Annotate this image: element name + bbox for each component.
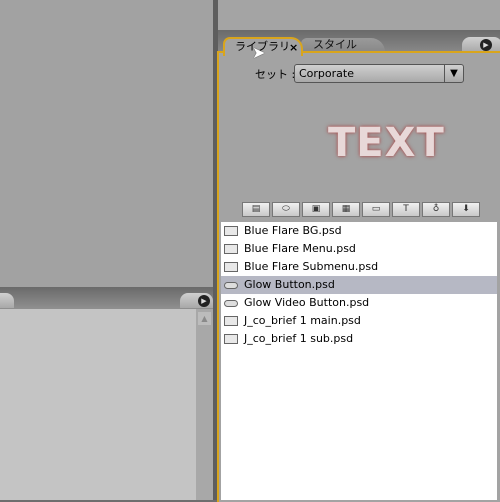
import-filter-button[interactable]: ⬇: [452, 202, 480, 217]
list-item[interactable]: Blue Flare Submenu.psd: [221, 258, 497, 276]
list-item[interactable]: Blue Flare Menu.psd: [221, 240, 497, 258]
play-circle-icon[interactable]: ▶: [480, 39, 492, 51]
set-value: Corporate: [299, 67, 354, 80]
pattern-filter-button[interactable]: ▦: [332, 202, 360, 217]
list-item-label: J_co_brief 1 main.psd: [244, 314, 361, 327]
set-label: セット :: [255, 68, 296, 81]
list-item-label: J_co_brief 1 sub.psd: [244, 332, 354, 345]
list-item-label: Glow Video Button.psd: [244, 296, 370, 309]
button-filter-icon: ⬭: [282, 204, 290, 214]
right-top-panel: [218, 0, 500, 30]
image-file-icon: [224, 262, 238, 272]
left-tab-fragment[interactable]: [0, 293, 14, 308]
close-icon[interactable]: ×: [289, 39, 298, 56]
list-item[interactable]: Blue Flare BG.psd: [221, 222, 497, 240]
list-item-label: Blue Flare Menu.psd: [244, 242, 356, 255]
button-file-icon: [224, 281, 238, 289]
preview-text: TEXT: [328, 120, 445, 166]
list-item[interactable]: Glow Video Button.psd: [221, 294, 497, 312]
pattern-filter-icon: ▦: [341, 204, 351, 214]
scroll-up-arrow-icon[interactable]: ▲: [198, 312, 211, 325]
photo-filter-button[interactable]: ▣: [302, 202, 330, 217]
drop-filter-button[interactable]: ♁: [422, 202, 450, 217]
image-filter-icon: ▤: [251, 204, 261, 214]
list-item-label: Blue Flare Submenu.psd: [244, 260, 379, 273]
image-file-icon: [224, 334, 238, 344]
left-top-panel: [0, 0, 213, 287]
dropdown-arrow-icon[interactable]: ▼: [444, 65, 463, 82]
mouse-cursor-icon: ➤: [252, 43, 266, 62]
folder-filter-button[interactable]: ▭: [362, 202, 390, 217]
image-file-icon: [224, 244, 238, 254]
list-item[interactable]: J_co_brief 1 main.psd: [221, 312, 497, 330]
image-filter-button[interactable]: ▤: [242, 202, 270, 217]
list-item-label: Glow Button.psd: [244, 278, 335, 291]
image-file-icon: [224, 226, 238, 236]
list-item-label: Blue Flare BG.psd: [244, 224, 342, 237]
left-bottom-panel-content: [0, 309, 196, 500]
photo-filter-icon: ▣: [311, 204, 321, 214]
list-item[interactable]: J_co_brief 1 sub.psd: [221, 330, 497, 348]
set-dropdown[interactable]: Corporate ▼: [294, 64, 464, 83]
button-file-icon: [224, 299, 238, 307]
tab-style[interactable]: スタイル: [301, 38, 385, 52]
button-filter-button[interactable]: ⬭: [272, 202, 300, 217]
import-filter-icon: ⬇: [462, 204, 470, 214]
text-filter-button[interactable]: T: [392, 202, 420, 217]
folder-filter-icon: ▭: [371, 204, 381, 214]
scrollbar[interactable]: [196, 309, 213, 500]
library-list: Blue Flare BG.psd Blue Flare Menu.psd Blue…: [221, 222, 497, 500]
left-bottom-panel-header: ▶: [0, 287, 213, 309]
drop-filter-icon: ♁: [432, 204, 440, 214]
text-filter-icon: T: [403, 204, 409, 214]
panel-menu-icon[interactable]: ▶: [198, 295, 210, 307]
image-file-icon: [224, 316, 238, 326]
tab-style-label: スタイル: [313, 38, 357, 51]
filter-toolbar: ▤ ⬭ ▣ ▦ ▭ T ♁ ⬇: [242, 202, 480, 217]
list-item[interactable]: Glow Button.psd: [221, 276, 497, 294]
